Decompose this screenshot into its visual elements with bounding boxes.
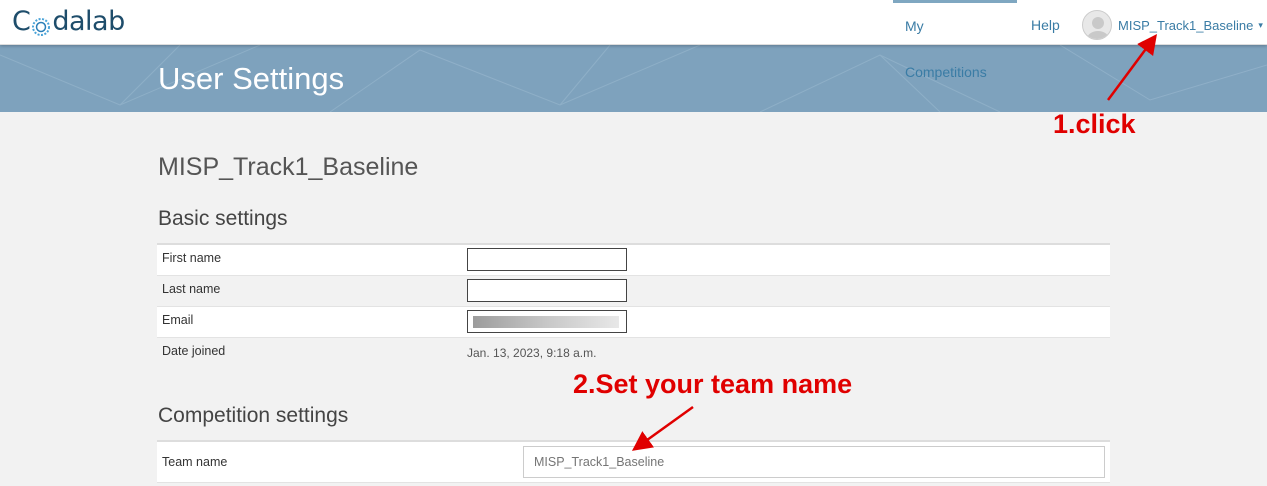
arrow-to-team-name [631, 405, 694, 451]
arrow-to-user-menu [1106, 33, 1157, 101]
annotation-arrows [631, 33, 1157, 451]
